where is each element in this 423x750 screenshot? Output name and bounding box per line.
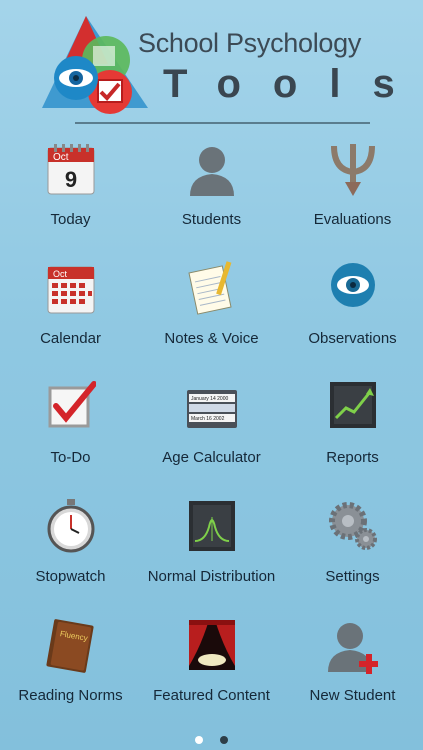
tile-reports[interactable]: Reports: [282, 378, 423, 488]
tile-stopwatch[interactable]: Stopwatch: [0, 497, 141, 607]
tile-featured-content[interactable]: Featured Content: [141, 616, 282, 726]
tile-new-student[interactable]: New Student: [282, 616, 423, 726]
add-person-icon: [328, 623, 378, 674]
header-divider: [75, 122, 370, 124]
tile-label: Observations: [308, 330, 397, 347]
tile-label: Reading Norms: [18, 687, 123, 704]
fluency-book-icon: Fluency: [46, 619, 94, 673]
trend-chart-icon: [330, 382, 376, 428]
tile-label: Evaluations: [313, 211, 392, 228]
app-title-line2: Tools: [163, 62, 423, 106]
calendar-today-icon: Oct 9: [47, 144, 95, 195]
gears-icon: [329, 502, 377, 550]
tile-normal-distribution[interactable]: Normal Distribution: [141, 497, 282, 607]
tile-label: To-Do: [50, 449, 91, 466]
tile-label: Students: [181, 211, 242, 228]
notepad-pencil-icon: [188, 261, 232, 315]
stage-curtain-icon: [189, 620, 235, 670]
bell-curve-icon: [189, 501, 235, 551]
page-indicator[interactable]: [0, 731, 423, 749]
tile-calendar[interactable]: Oct Calendar: [0, 259, 141, 369]
tile-label: Notes & Voice: [164, 330, 259, 347]
tile-age-calculator[interactable]: January 14 2000 March 16 2002 Age Calcul…: [141, 378, 282, 488]
tile-label: Normal Distribution: [147, 568, 276, 585]
app-header: School Psychology Tools: [0, 0, 423, 130]
picker-row-2: March 16 2002: [191, 416, 225, 422]
tile-evaluations[interactable]: Evaluations: [282, 140, 423, 250]
eye-icon: [331, 263, 375, 307]
tile-label: Reports: [326, 449, 379, 466]
tile-label: Age Calculator: [162, 449, 261, 466]
page-dot-1[interactable]: [195, 736, 204, 744]
picker-row-1: January 14 2000: [191, 396, 228, 402]
tile-students[interactable]: Students: [141, 140, 282, 250]
calendar-month-icon: Oct: [47, 266, 95, 314]
stopwatch-icon: [47, 499, 95, 553]
tile-settings[interactable]: Settings: [282, 497, 423, 607]
tile-today[interactable]: Oct 9 Today: [0, 140, 141, 250]
psi-symbol-icon: [331, 144, 375, 196]
date-picker-icon: January 14 2000 March 16 2002: [187, 390, 237, 428]
tile-to-do[interactable]: To-Do: [0, 378, 141, 488]
app-title-line1: School Psychology: [138, 28, 362, 58]
calendar-month-text: Oct: [53, 269, 68, 279]
calendar-month-text: Oct: [53, 152, 69, 163]
tile-label: Calendar: [40, 330, 101, 347]
tile-label: Featured Content: [153, 687, 270, 704]
tile-label: Settings: [325, 568, 380, 585]
tile-notes-voice[interactable]: Notes & Voice: [141, 259, 282, 369]
checkbox-checked-icon: [48, 381, 96, 428]
tile-observations[interactable]: Observations: [282, 259, 423, 369]
calendar-day-text: 9: [65, 167, 77, 192]
page-dot-2[interactable]: [219, 736, 228, 744]
tile-label: New Student: [309, 687, 396, 704]
person-silhouette-icon: [190, 147, 234, 196]
tile-reading-norms[interactable]: Fluency Reading Norms: [0, 616, 141, 726]
tile-label: Today: [50, 211, 91, 228]
app-logo: [42, 16, 148, 114]
tile-label: Stopwatch: [35, 568, 106, 585]
